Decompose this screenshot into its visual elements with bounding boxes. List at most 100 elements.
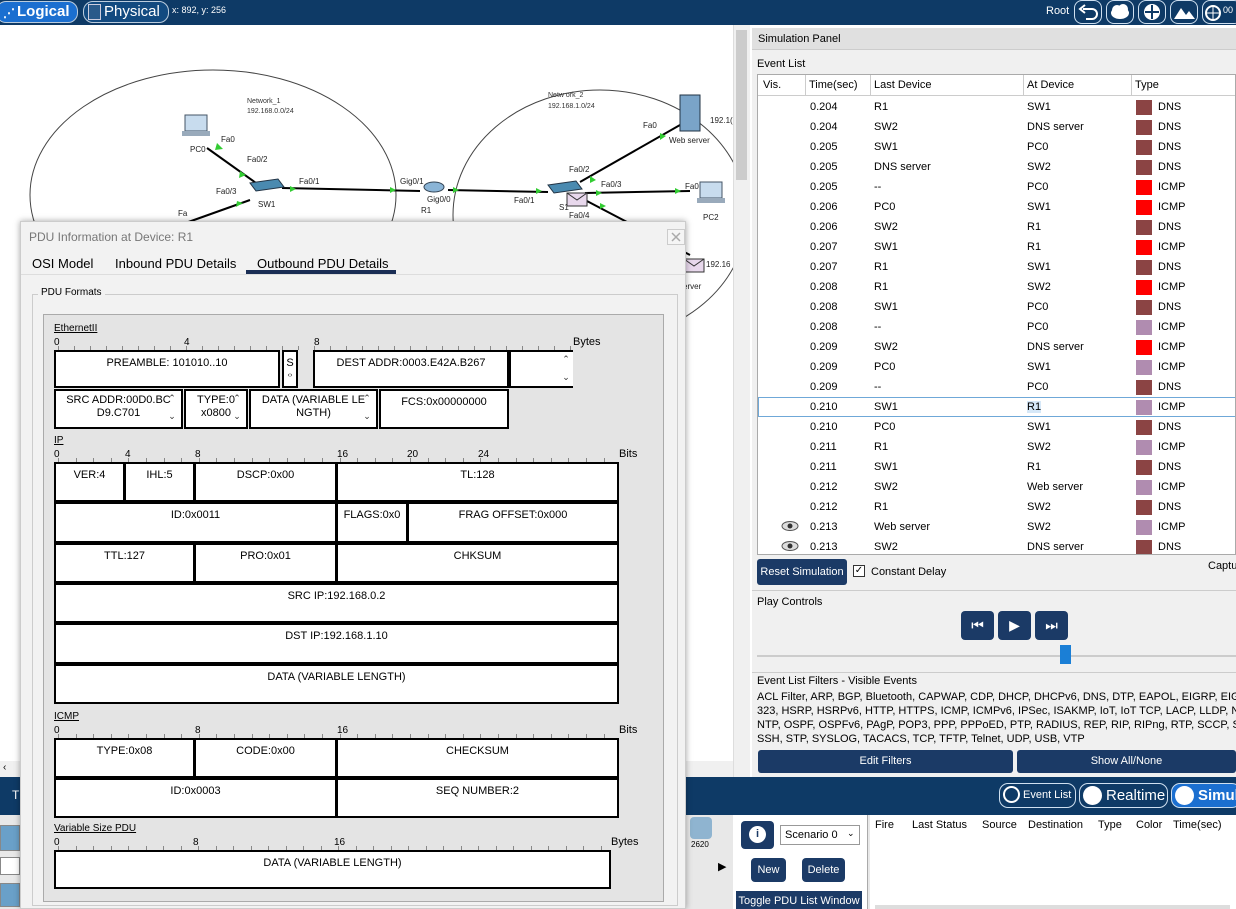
pdu-column-header[interactable]: Fire (875, 819, 894, 831)
device-category-icon[interactable] (0, 825, 20, 851)
event-row[interactable]: 0.211 R1 SW2 ICMP (758, 437, 1235, 457)
close-icon[interactable] (667, 229, 685, 245)
event-row[interactable]: 0.210 PC0 SW1 DNS (758, 417, 1235, 437)
event-type: ICMP (1158, 341, 1186, 353)
ruler-tick (408, 846, 409, 850)
scroll-up-icon[interactable]: ⌃ (165, 393, 179, 403)
info-button[interactable]: i (741, 821, 774, 849)
eye-icon[interactable] (781, 540, 799, 554)
port-label: Fa0/3 (216, 187, 237, 196)
ruler-tick (128, 458, 129, 462)
pc2-label[interactable]: PC2 (703, 213, 719, 222)
scroll-up-icon[interactable]: ⌃ (230, 393, 244, 403)
event-list-button[interactable]: Event List (999, 783, 1076, 808)
pdu-column-header[interactable]: Type (1098, 819, 1122, 831)
scroll-left-icon[interactable]: ‹ (3, 762, 6, 773)
scroll-down-icon[interactable]: ⌄ (559, 372, 573, 382)
event-row[interactable]: 0.213 SW2 DNS server DNS (758, 537, 1235, 554)
scroll-down-icon[interactable]: ⌄ (360, 411, 374, 421)
event-row[interactable]: 0.205 DNS server SW2 DNS (758, 157, 1235, 177)
tab-outbound-pdu-details[interactable]: Outbound PDU Details (257, 256, 389, 271)
event-row[interactable]: 0.204 R1 SW1 DNS (758, 97, 1235, 117)
move-icon[interactable] (1138, 0, 1166, 24)
web-server-label[interactable]: Web server (669, 136, 710, 145)
back-icon[interactable] (1074, 0, 1102, 24)
event-row[interactable]: 0.210 SW1 R1 ICMP (758, 397, 1235, 417)
back-step-icon[interactable]: ⏮ (961, 611, 994, 640)
pdu-column-header[interactable]: Time(sec) (1173, 819, 1221, 831)
eye-icon[interactable] (781, 520, 799, 535)
event-row[interactable]: 0.206 PC0 SW1 ICMP (758, 197, 1235, 217)
realtime-label: Realtime (1106, 787, 1166, 804)
new-scenario-button[interactable]: New (751, 858, 786, 882)
event-row[interactable]: 0.207 R1 SW1 DNS (758, 257, 1235, 277)
pdu-column-header[interactable]: Last Status (912, 819, 967, 831)
reset-simulation-button[interactable]: Reset Simulation (757, 559, 847, 585)
event-row[interactable]: 0.213 Web server SW2 ICMP (758, 517, 1235, 537)
event-row[interactable]: 0.208 -- PC0 ICMP (758, 317, 1235, 337)
globe-icon[interactable]: 00 (1202, 0, 1236, 24)
scroll-down-icon[interactable]: ⌄ (165, 411, 179, 421)
column-header-at-device[interactable]: At Device (1027, 79, 1074, 91)
realtime-button[interactable]: Realtime (1079, 783, 1168, 808)
event-row[interactable]: 0.204 SW2 DNS server DNS (758, 117, 1235, 137)
edit-filters-button[interactable]: Edit Filters (758, 750, 1013, 773)
event-row[interactable]: 0.209 -- PC0 DNS (758, 377, 1235, 397)
palette-expand-icon[interactable]: ▶ (718, 860, 726, 873)
column-header-type[interactable]: Type (1135, 79, 1159, 91)
device-category-icon[interactable] (0, 857, 20, 875)
event-row[interactable]: 0.205 SW1 PC0 DNS (758, 137, 1235, 157)
play-speed-slider-thumb[interactable] (1060, 645, 1071, 664)
event-row[interactable]: 0.207 SW1 R1 ICMP (758, 237, 1235, 257)
scenario-select[interactable]: Scenario 0 ⌄ (780, 825, 860, 845)
delete-scenario-button[interactable]: Delete (802, 858, 845, 882)
column-header-time[interactable]: Time(sec) (809, 79, 857, 91)
cloud-icon[interactable] (1106, 0, 1134, 24)
column-header-last-device[interactable]: Last Device (874, 79, 931, 91)
scroll-down-icon[interactable]: ⌄ (230, 411, 244, 421)
event-row[interactable]: 0.212 R1 SW2 DNS (758, 497, 1235, 517)
pc0-label[interactable]: PC0 (190, 145, 206, 154)
tab-inbound-pdu-details[interactable]: Inbound PDU Details (115, 256, 236, 271)
r1-label[interactable]: R1 (421, 206, 431, 215)
router-2620-icon[interactable] (690, 817, 712, 839)
pdu-column-header[interactable]: Color (1136, 819, 1162, 831)
play-icon[interactable]: ▶ (998, 611, 1031, 640)
mountain-icon[interactable] (1170, 0, 1198, 24)
pdu-list-scrollbar[interactable] (875, 905, 1230, 909)
event-row[interactable]: 0.206 SW2 R1 DNS (758, 217, 1235, 237)
s1-label[interactable]: S1 (559, 203, 569, 212)
canvas-scroll-thumb[interactable] (736, 30, 747, 180)
show-all-none-button[interactable]: Show All/None (1017, 750, 1236, 773)
ruler-tick (111, 846, 112, 850)
event-list-table[interactable]: Vis. Time(sec) Last Device At Device Typ… (757, 74, 1236, 555)
event-row[interactable]: 0.208 SW1 PC0 DNS (758, 297, 1235, 317)
event-row[interactable]: 0.211 SW1 R1 DNS (758, 457, 1235, 477)
scroll-up-icon[interactable]: ⌃ (360, 393, 374, 403)
column-header-vis[interactable]: Vis. (763, 79, 781, 91)
ruler-number: 16 (334, 837, 346, 848)
logical-view-button[interactable]: ⋰ Logical (0, 1, 78, 23)
event-row[interactable]: 0.212 SW2 Web server ICMP (758, 477, 1235, 497)
event-row[interactable]: 0.209 PC0 SW1 ICMP (758, 357, 1235, 377)
ruler-tick (251, 846, 252, 850)
ruler-tick (533, 734, 534, 738)
pdu-column-header[interactable]: Destination (1028, 819, 1083, 831)
event-row[interactable]: 0.205 -- PC0 ICMP (758, 177, 1235, 197)
forward-step-icon[interactable]: ⏭ (1035, 611, 1068, 640)
user-pdu-list[interactable]: Fire Last Status Source Destination Type… (870, 815, 1236, 909)
ruler-tick (480, 458, 481, 462)
toggle-pdu-list-button[interactable]: Toggle PDU List Window (736, 891, 862, 909)
scenario-value: Scenario 0 (785, 829, 838, 841)
event-row[interactable]: 0.209 SW2 DNS server ICMP (758, 337, 1235, 357)
tab-osi-model[interactable]: OSI Model (32, 256, 93, 271)
device-category-icon[interactable] (0, 883, 20, 907)
play-speed-slider[interactable] (757, 655, 1236, 657)
sw1-label[interactable]: SW1 (258, 200, 275, 209)
physical-view-button[interactable]: Physical (83, 1, 169, 23)
scroll-up-icon[interactable]: ⌃ (559, 354, 573, 364)
constant-delay-checkbox[interactable]: ✓ (853, 565, 865, 577)
pdu-column-header[interactable]: Source (982, 819, 1017, 831)
simulation-button[interactable]: Simul (1171, 783, 1236, 808)
event-row[interactable]: 0.208 R1 SW2 ICMP (758, 277, 1235, 297)
